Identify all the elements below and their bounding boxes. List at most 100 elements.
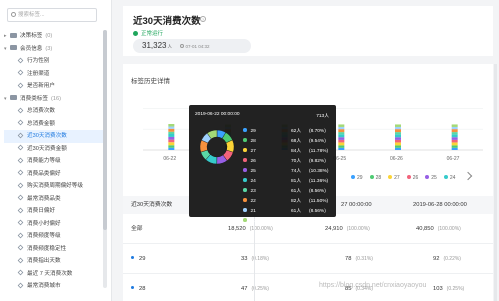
chart-bar-segment[interactable]	[451, 147, 458, 150]
sidebar-item-day-pref[interactable]: 消费日偏好	[4, 205, 104, 218]
sidebar-item-total-count[interactable]: 总消费次数	[4, 105, 104, 118]
chart-bar-segment[interactable]	[168, 142, 175, 146]
main-scrollbar[interactable]	[494, 64, 497, 301]
sidebar-folder-member[interactable]: ▾ 会员信息 (3)	[4, 43, 104, 56]
sidebar-item-stability[interactable]: 消费频度稳定性	[4, 243, 104, 256]
chart-bar-segment[interactable]	[338, 139, 345, 143]
table-row: 29 33 (0.18%) 78 (0.31%) 92 (0.22%)	[123, 244, 493, 274]
chart-bar-segment[interactable]	[338, 124, 345, 127]
chart-bar-segment[interactable]	[338, 129, 345, 133]
chart-bar-segment[interactable]	[338, 137, 345, 140]
tooltip-percent: (9.54%)	[309, 139, 326, 144]
update-time: 07-01 04:32	[180, 44, 210, 49]
sidebar-item-channel[interactable]: 注册渠道	[4, 68, 104, 81]
chart-bar-segment[interactable]	[395, 129, 401, 133]
chart-bar-segment[interactable]	[451, 145, 458, 148]
chart-bar-segment[interactable]	[451, 126, 458, 130]
chart-bar-segment[interactable]	[395, 145, 401, 148]
chart-bar-segment[interactable]	[168, 133, 175, 137]
tag-icon	[17, 219, 24, 226]
legend-item[interactable]: 28	[369, 175, 382, 181]
tooltip-row: 26 70人 (9.82%)	[243, 157, 331, 167]
tooltip-swatch	[243, 218, 247, 222]
chart-bar-segment[interactable]	[395, 137, 401, 140]
sidebar-folder-decision[interactable]: ▸ 决策标签 (0)	[4, 30, 104, 43]
chart-bar-segment[interactable]	[395, 142, 401, 146]
chart-bar-segment[interactable]	[338, 147, 345, 150]
legend-item[interactable]: 24	[443, 175, 455, 181]
sidebar-folder-consumption[interactable]: ▾ 消费类标签 (16)	[4, 93, 104, 106]
tag-icon	[17, 244, 24, 251]
sidebar-item-ability[interactable]: 消费能力等级	[4, 155, 104, 168]
table-header-col2: 27 00:00:00	[341, 202, 372, 208]
legend-item[interactable]: 25	[425, 175, 437, 181]
legend-item[interactable]: 26	[406, 175, 418, 181]
chart-bar-segment[interactable]	[451, 134, 458, 138]
sidebar-scrollbar[interactable]	[103, 30, 107, 288]
chart-bar-segment[interactable]	[451, 129, 458, 133]
chart-bar-segment[interactable]	[451, 124, 458, 127]
sidebar-scrollbar-thumb[interactable]	[103, 30, 107, 230]
legend-swatch	[351, 175, 355, 179]
chart-bar-segment[interactable]	[395, 139, 401, 143]
chart-bar-segment[interactable]	[395, 134, 401, 138]
sidebar-item-hour-pref[interactable]: 消费小时偏好	[4, 218, 104, 231]
chart-bar-segment[interactable]	[451, 139, 458, 143]
folder-icon	[10, 95, 17, 100]
chart-bar-segment[interactable]	[168, 126, 175, 129]
tooltip-row: 25 74人 (10.38%)	[243, 167, 331, 177]
sidebar-item-frequency[interactable]: 消费频度等级	[4, 230, 104, 243]
chart-bar-segment[interactable]	[338, 142, 345, 146]
tag-icon	[17, 144, 24, 151]
chart-bar-segment[interactable]	[168, 124, 175, 127]
chart-bar-segment[interactable]	[168, 139, 175, 143]
sidebar-item-top-city[interactable]: 最常消费城市	[4, 280, 104, 293]
sidebar-item-category-pref[interactable]: 消费品类偏好	[4, 168, 104, 181]
chart-bar-segment[interactable]	[338, 145, 345, 148]
tag-icon	[17, 194, 24, 201]
sidebar-item-30day-amount[interactable]: 近30天消费金额	[4, 143, 104, 156]
sidebar-item-total-amount[interactable]: 总消费金额	[4, 118, 104, 131]
sidebar-item-30day-count[interactable]: 近30天消费次数	[4, 130, 104, 143]
tooltip-row: 23 61人 (8.56%)	[243, 187, 331, 197]
chart-bar-segment[interactable]	[395, 147, 401, 150]
chart-bar-segment[interactable]	[168, 128, 175, 132]
legend-item[interactable]: 29	[351, 175, 363, 181]
chart-bar-segment[interactable]	[451, 132, 458, 135]
tooltip-value: 70人	[291, 219, 302, 224]
chart-bar-segment[interactable]	[395, 126, 401, 130]
chart-bar-segment[interactable]	[451, 142, 458, 146]
sidebar-item-top-category[interactable]: 最常消费品类	[4, 193, 104, 206]
chart-bar-segment[interactable]	[168, 131, 175, 134]
chart-bar-segment[interactable]	[338, 134, 345, 138]
table-header-col3: 2019-06-28 00:00:00	[413, 202, 467, 208]
tag-icon	[17, 282, 24, 288]
tooltip-value: 62人	[291, 129, 302, 134]
sidebar-item-7day-count[interactable]: 最近 7 天消费次数	[4, 268, 104, 281]
sidebar: 搜索标签... ▸ 决策标签 (0) ▾ 会员信息 (3) 行为性别 注册渠道 是否新用…	[0, 0, 112, 301]
legend-item[interactable]: 27	[388, 175, 400, 181]
chart-bar-segment[interactable]	[168, 136, 175, 140]
chart-bar-segment[interactable]	[338, 132, 345, 135]
sidebar-item-gender[interactable]: 行为性别	[4, 55, 104, 68]
chart-bar-segment[interactable]	[395, 124, 401, 127]
help-icon[interactable]: ?	[200, 16, 206, 22]
sidebar-item-cycle-pref[interactable]: 购买消费周期偏好等级	[4, 180, 104, 193]
sidebar-item-new-user[interactable]: 是否新用户	[4, 80, 104, 93]
search-input[interactable]: 搜索标签...	[7, 8, 97, 22]
x-tick-label: 06-26	[390, 156, 403, 162]
chart-bar-segment[interactable]	[168, 145, 175, 148]
legend-label: 28	[375, 175, 382, 181]
chart-bar-segment[interactable]	[395, 132, 401, 135]
legend-next-icon[interactable]	[464, 171, 473, 181]
tag-icon	[17, 57, 24, 63]
chart-bar-segment[interactable]	[168, 147, 175, 150]
chart-bar-segment[interactable]	[338, 126, 345, 130]
tag-icon	[17, 69, 24, 76]
tooltip-value: 84人	[291, 149, 302, 154]
tooltip-key: 22	[250, 199, 256, 204]
tooltip-swatch	[243, 138, 247, 142]
sidebar-item-days[interactable]: 消费指出天数	[4, 255, 104, 268]
tooltip-swatch	[243, 128, 247, 132]
chart-bar-segment[interactable]	[451, 137, 458, 140]
